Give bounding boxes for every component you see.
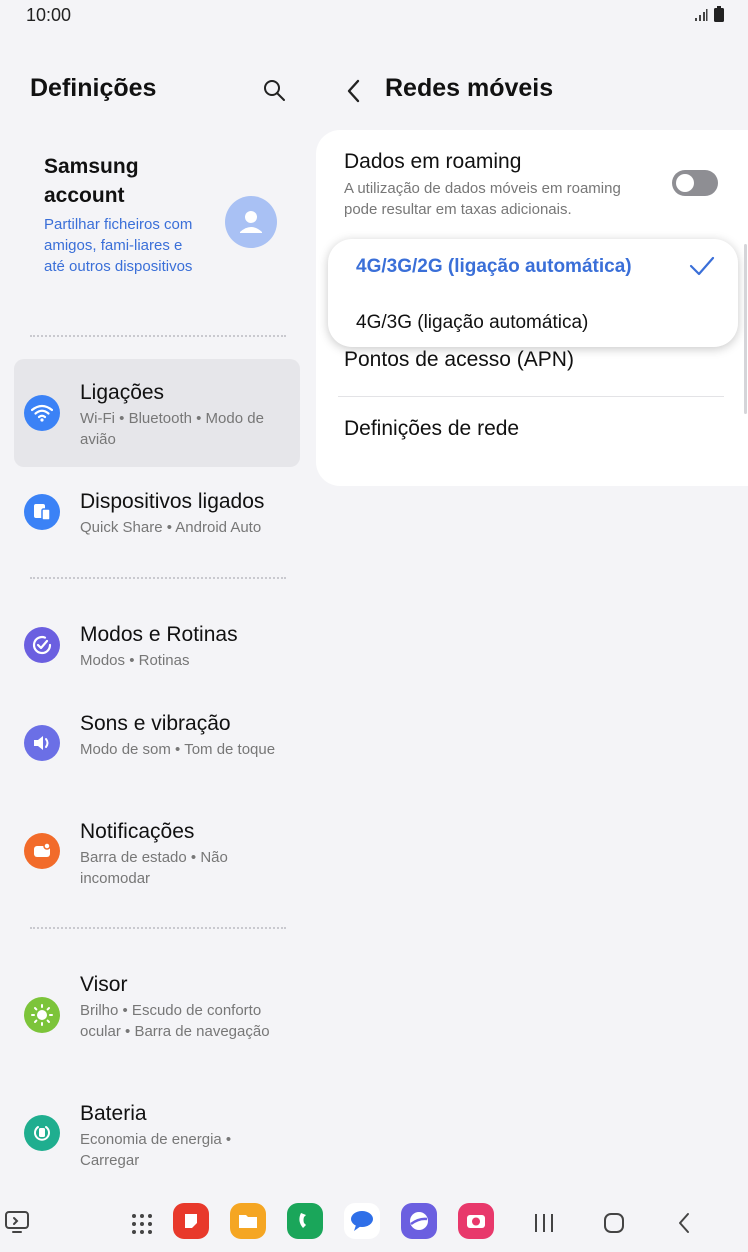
menu-subtitle: Economia de energia • Carregar: [80, 1131, 232, 1169]
person-icon: [240, 211, 262, 233]
menu-title: Modos e Rotinas: [80, 623, 238, 646]
divider: [30, 927, 286, 929]
menu-title: Dispositivos ligados: [80, 490, 265, 513]
messages-app-icon[interactable]: [344, 1203, 380, 1239]
status-icons: [694, 6, 724, 22]
menu-item-bateria[interactable]: Bateria Economia de energia • Carregar: [14, 1091, 300, 1181]
settings-title: Definições: [30, 74, 157, 102]
search-icon[interactable]: [262, 78, 286, 102]
speaker-icon: [24, 725, 60, 761]
menu-item-ligacoes[interactable]: Ligações Wi-Fi • Bluetooth • Modo de avi…: [14, 359, 300, 467]
taskbar-toggle-icon[interactable]: [4, 1210, 32, 1236]
account-name: Samsung account: [44, 155, 139, 207]
menu-title: Sons e vibração: [80, 712, 231, 735]
network-mode-option-selected[interactable]: 4G/3G/2G (ligação automática): [356, 256, 632, 278]
apn-item[interactable]: Pontos de acesso (APN): [344, 348, 574, 372]
menu-item-dispositivos-ligados[interactable]: Dispositivos ligados Quick Share • Andro…: [14, 478, 300, 548]
scrollbar[interactable]: [744, 244, 747, 414]
menu-title: Visor: [80, 973, 128, 996]
menu-subtitle: Modos • Rotinas: [80, 652, 190, 669]
menu-subtitle: Brilho • Escudo de conforto ocular • Bar…: [80, 1002, 270, 1040]
camera-app-icon[interactable]: [458, 1203, 494, 1239]
back-arrow-icon[interactable]: [344, 78, 362, 104]
page-title: Redes móveis: [385, 74, 554, 102]
menu-title: Ligações: [80, 381, 165, 404]
menu-item-modos-rotinas[interactable]: Modos e Rotinas Modos • Rotinas: [14, 612, 300, 682]
phone-app-icon[interactable]: [287, 1203, 323, 1239]
menu-item-sons-vibracao[interactable]: Sons e vibração Modo de som • Tom de toq…: [14, 700, 300, 790]
menu-subtitle: Quick Share • Android Auto: [80, 519, 262, 536]
network-mode-dropdown: 4G/3G/2G (ligação automática) 4G/3G (lig…: [328, 239, 738, 347]
modes-check-icon: [24, 627, 60, 663]
wifi-icon: [24, 395, 60, 431]
network-mode-option[interactable]: 4G/3G (ligação automática): [356, 312, 588, 334]
menu-title: Notificações: [80, 820, 195, 843]
battery-status-icon: [714, 6, 724, 22]
devices-icon: [24, 494, 60, 530]
internet-app-icon[interactable]: [401, 1203, 437, 1239]
notification-icon: [24, 833, 60, 869]
home-icon[interactable]: [603, 1212, 625, 1234]
account-description: Partilhar ficheiros com amigos, fami-lia…: [44, 216, 193, 275]
network-settings-item[interactable]: Definições de rede: [344, 417, 519, 441]
status-bar: 10:00: [0, 0, 748, 30]
divider: [30, 335, 286, 337]
menu-subtitle: Modo de som • Tom de toque: [80, 741, 276, 758]
divider: [338, 396, 724, 397]
menu-item-notificacoes[interactable]: Notificações Barra de estado • Não incom…: [14, 808, 300, 898]
toggle-knob: [676, 174, 694, 192]
status-time: 10:00: [26, 5, 72, 25]
navigation-bar: [0, 1190, 748, 1252]
battery-icon: [24, 1115, 60, 1151]
check-icon: [689, 256, 715, 276]
recents-icon[interactable]: [533, 1212, 555, 1234]
menu-title: Bateria: [80, 1102, 147, 1125]
signal-icon: [695, 9, 708, 21]
menu-item-visor[interactable]: Visor Brilho • Escudo de conforto ocular…: [14, 962, 300, 1072]
avatar[interactable]: [225, 196, 277, 248]
roaming-title: Dados em roaming: [344, 150, 522, 173]
roaming-toggle[interactable]: [672, 170, 718, 196]
divider: [30, 577, 286, 579]
menu-subtitle: Barra de estado • Não incomodar: [80, 849, 228, 887]
files-app-icon[interactable]: [230, 1203, 266, 1239]
menu-subtitle: Wi-Fi • Bluetooth • Modo de avião: [80, 410, 264, 448]
back-nav-icon[interactable]: [676, 1212, 692, 1234]
apps-grid-icon[interactable]: [130, 1212, 154, 1236]
notes-app-icon[interactable]: [173, 1203, 209, 1239]
roaming-description: A utilização de dados móveis em roaming …: [344, 180, 621, 218]
sun-icon: [24, 997, 60, 1033]
